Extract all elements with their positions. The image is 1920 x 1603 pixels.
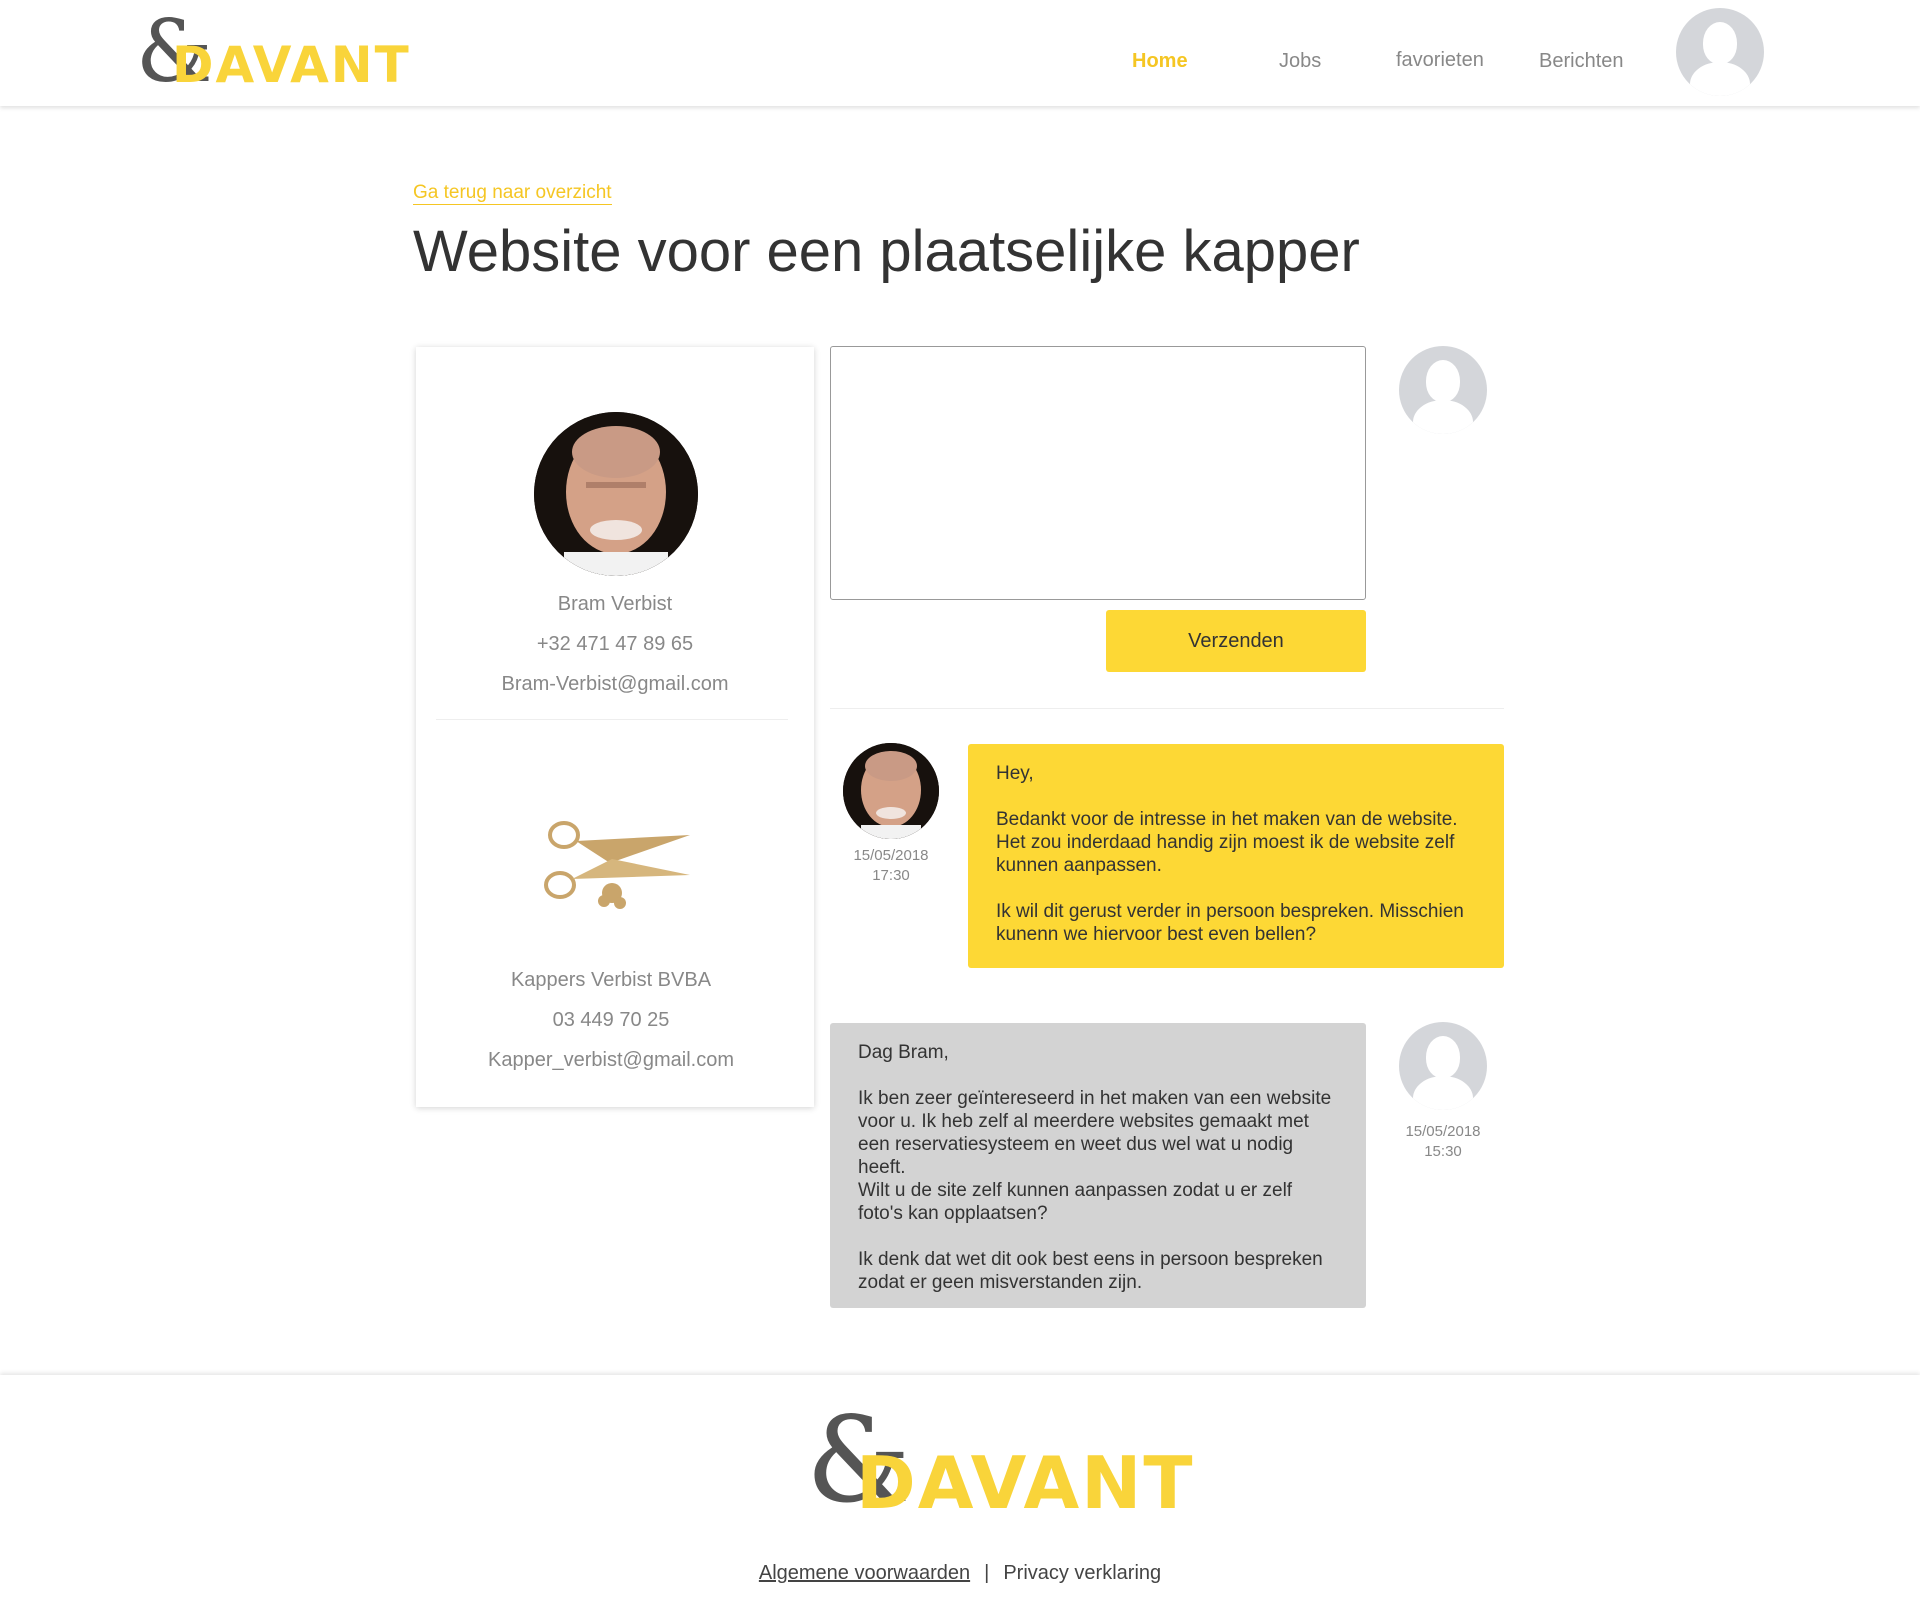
contact-email[interactable]: Bram-Verbist@gmail.com (416, 673, 814, 696)
message-input[interactable] (830, 346, 1366, 600)
footer-separator: | (984, 1562, 990, 1584)
back-to-overview-link[interactable]: Ga terug naar overzicht (413, 182, 612, 205)
contact-name: Bram Verbist (557, 593, 673, 615)
contact-photo (534, 412, 698, 576)
card-divider (436, 719, 788, 720)
scissors-icon (540, 815, 690, 915)
user-avatar-icon[interactable] (1676, 8, 1764, 96)
sender-avatar-icon (1399, 346, 1487, 434)
message-avatar (843, 743, 939, 839)
logo-wordmark: DAVANT (172, 36, 411, 94)
page-title: Website voor een plaatselijke kapper (413, 219, 1360, 284)
privacy-link[interactable]: Privacy verklaring (1003, 1562, 1161, 1584)
my-avatar-icon (1399, 1022, 1487, 1110)
message-date: 15/05/2018 (1405, 1123, 1481, 1140)
footer-links: Algemene voorwaarden | Privacy verklaring (0, 1562, 1920, 1585)
company-email[interactable]: Kapper_verbist@gmail.com (412, 1049, 810, 1072)
footer-brand-logo[interactable]: & DAVANT (806, 1391, 1193, 1529)
message-time: 17:30 (872, 867, 910, 884)
nav-item-home[interactable]: Home (1132, 50, 1188, 73)
nav-item-berichten[interactable]: Berichten (1539, 50, 1624, 73)
conversation-divider (830, 708, 1504, 709)
message-time: 15:30 (1424, 1143, 1462, 1160)
contact-phone[interactable]: +32 471 47 89 65 (416, 633, 814, 656)
message-timestamp: 15/05/2018 17:30 (843, 846, 939, 886)
brand-logo[interactable]: & DAVANT (136, 2, 409, 102)
send-button[interactable]: Verzenden (1106, 610, 1366, 672)
message-date: 15/05/2018 (853, 847, 929, 864)
company-name: Kappers Verbist BVBA (510, 969, 712, 991)
message-bubble-received: Hey, Bedankt voor de intresse in het mak… (968, 744, 1504, 968)
terms-link[interactable]: Algemene voorwaarden (759, 1562, 970, 1584)
contact-card: Bram Verbist +32 471 47 89 65 Bram-Verbi… (416, 347, 814, 1107)
logo-wordmark: DAVANT (856, 1441, 1195, 1525)
nav-item-favorieten[interactable]: favorieten (1396, 49, 1484, 72)
nav-item-jobs[interactable]: Jobs (1279, 50, 1321, 73)
top-header: & DAVANT Home Jobs favorieten Berichten (0, 0, 1920, 106)
message-bubble-sent: Dag Bram, Ik ben zeer geïntereseerd in h… (830, 1023, 1366, 1308)
message-timestamp: 15/05/2018 15:30 (1395, 1122, 1491, 1162)
company-phone[interactable]: 03 449 70 25 (412, 1009, 810, 1032)
